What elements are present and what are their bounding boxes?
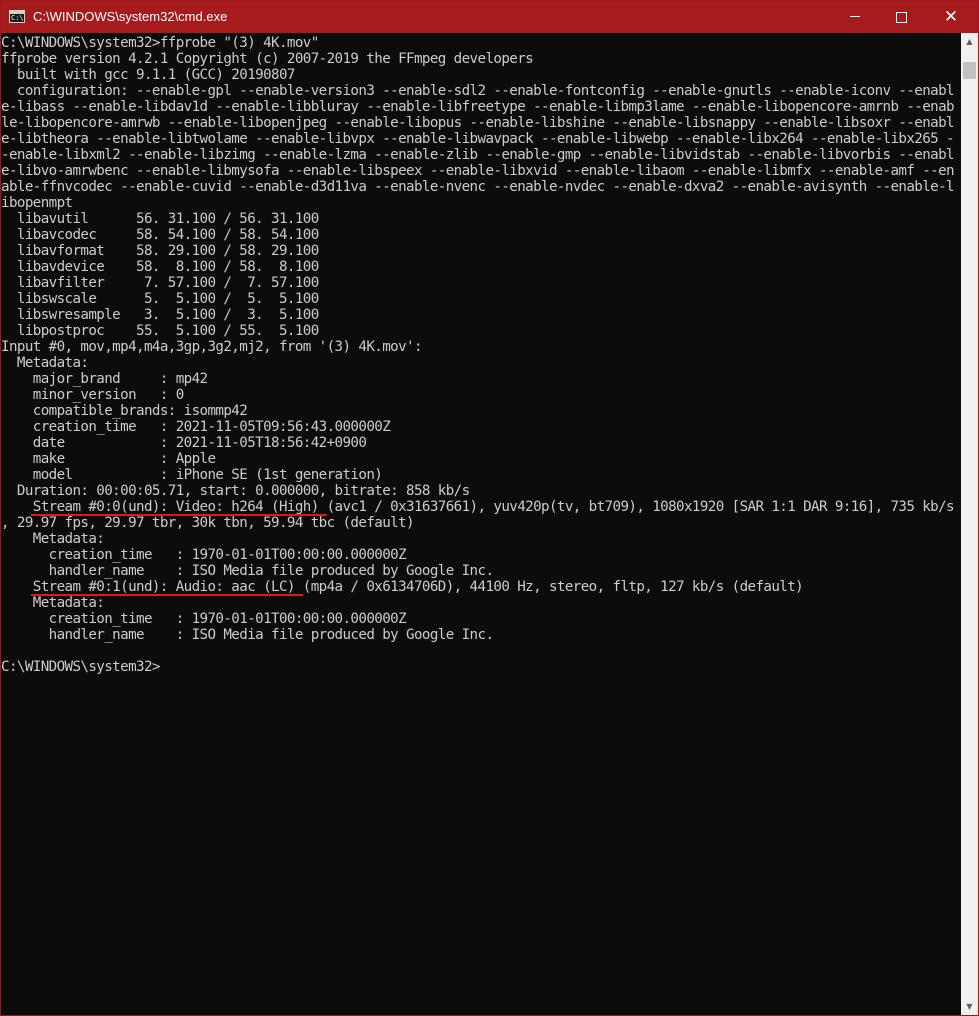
console-line: ffprobe version 4.2.1 Copyright (c) 2007… bbox=[1, 51, 534, 67]
console-line: handler_name : ISO Media file produced b… bbox=[1, 627, 494, 643]
minimize-button[interactable] bbox=[832, 1, 878, 33]
console-line: Stream #0:0(und): Video: h264 (High) (av… bbox=[1, 499, 955, 515]
console-line: , 29.97 fps, 29.97 tbr, 30k tbn, 59.94 t… bbox=[1, 515, 415, 531]
vertical-scrollbar[interactable]: ▲ ▼ bbox=[961, 33, 978, 1015]
console-line: creation_time : 1970-01-01T00:00:00.0000… bbox=[1, 547, 407, 563]
console-line: libswscale 5. 5.100 / 5. 5.100 bbox=[1, 291, 319, 307]
console-output[interactable]: C:\WINDOWS\system32>ffprobe "(3) 4K.mov"… bbox=[1, 33, 961, 1015]
console-line: ibopenmpt bbox=[1, 195, 73, 211]
console-line: minor_version : 0 bbox=[1, 387, 185, 403]
close-icon: ✕ bbox=[943, 7, 959, 27]
maximize-icon bbox=[895, 12, 907, 23]
console-line: C:\WINDOWS\system32>ffprobe "(3) 4K.mov" bbox=[1, 35, 319, 51]
console-line: creation_time : 2021-11-05T09:56:43.0000… bbox=[1, 419, 391, 435]
scroll-down-icon[interactable]: ▼ bbox=[961, 998, 978, 1015]
title-bar[interactable]: C:\WINDOWS\system32\cmd.exe ✕ bbox=[1, 1, 978, 33]
console-line: Input #0, mov,mp4,m4a,3gp,3g2,mj2, from … bbox=[1, 339, 423, 355]
console-line: Stream #0:1(und): Audio: aac (LC) (mp4a … bbox=[1, 579, 804, 595]
close-button[interactable]: ✕ bbox=[924, 1, 978, 33]
console-line: libpostproc 55. 5.100 / 55. 5.100 bbox=[1, 323, 319, 339]
cmd-app-icon[interactable] bbox=[9, 10, 25, 23]
console-line: libavutil 56. 31.100 / 56. 31.100 bbox=[1, 211, 319, 227]
console-line: libavdevice 58. 8.100 / 58. 8.100 bbox=[1, 259, 319, 275]
console-line: handler_name : ISO Media file produced b… bbox=[1, 563, 494, 579]
console-line: Metadata: bbox=[1, 595, 105, 611]
console-line: able-ffnvcodec --enable-cuvid --enable-d… bbox=[1, 179, 955, 195]
minimize-icon bbox=[850, 16, 860, 17]
red-underline-annotation bbox=[31, 514, 327, 516]
red-underline-annotation bbox=[31, 594, 303, 596]
console-line: libavfilter 7. 57.100 / 7. 57.100 bbox=[1, 275, 319, 291]
window-title: C:\WINDOWS\system32\cmd.exe bbox=[33, 9, 228, 24]
console-line: le-libopencore-amrwb --enable-libopenjpe… bbox=[1, 115, 955, 131]
console-line: make : Apple bbox=[1, 451, 216, 467]
console-line: e-libvo-amrwbenc --enable-libmysofa --en… bbox=[1, 163, 955, 179]
console-line: major_brand : mp42 bbox=[1, 371, 208, 387]
console-line: e-libtheora --enable-libtwolame --enable… bbox=[1, 131, 955, 147]
scrollbar-thumb[interactable] bbox=[963, 62, 976, 79]
console-line: date : 2021-11-05T18:56:42+0900 bbox=[1, 435, 367, 451]
console-line: compatible_brands: isommp42 bbox=[1, 403, 248, 419]
maximize-button[interactable] bbox=[878, 1, 924, 33]
console-line: Duration: 00:00:05.71, start: 0.000000, … bbox=[1, 483, 470, 499]
console-line: creation_time : 1970-01-01T00:00:00.0000… bbox=[1, 611, 407, 627]
console-line: built with gcc 9.1.1 (GCC) 20190807 bbox=[1, 67, 296, 83]
scroll-up-icon[interactable]: ▲ bbox=[961, 33, 978, 50]
console-line: configuration: --enable-gpl --enable-ver… bbox=[1, 83, 955, 99]
console-line: -enable-libxml2 --enable-libzimg --enabl… bbox=[1, 147, 955, 163]
console-line: libswresample 3. 5.100 / 3. 5.100 bbox=[1, 307, 319, 323]
console-line: Metadata: bbox=[1, 355, 89, 371]
console-line: C:\WINDOWS\system32> bbox=[1, 659, 160, 675]
cmd-window: C:\WINDOWS\system32\cmd.exe ✕ C:\WINDOWS… bbox=[0, 0, 979, 1016]
console-line: e-libass --enable-libdav1d --enable-libb… bbox=[1, 99, 955, 115]
console-line: libavformat 58. 29.100 / 58. 29.100 bbox=[1, 243, 319, 259]
console-line: libavcodec 58. 54.100 / 58. 54.100 bbox=[1, 227, 319, 243]
console-line: model : iPhone SE (1st generation) bbox=[1, 467, 383, 483]
console-line: Metadata: bbox=[1, 531, 105, 547]
